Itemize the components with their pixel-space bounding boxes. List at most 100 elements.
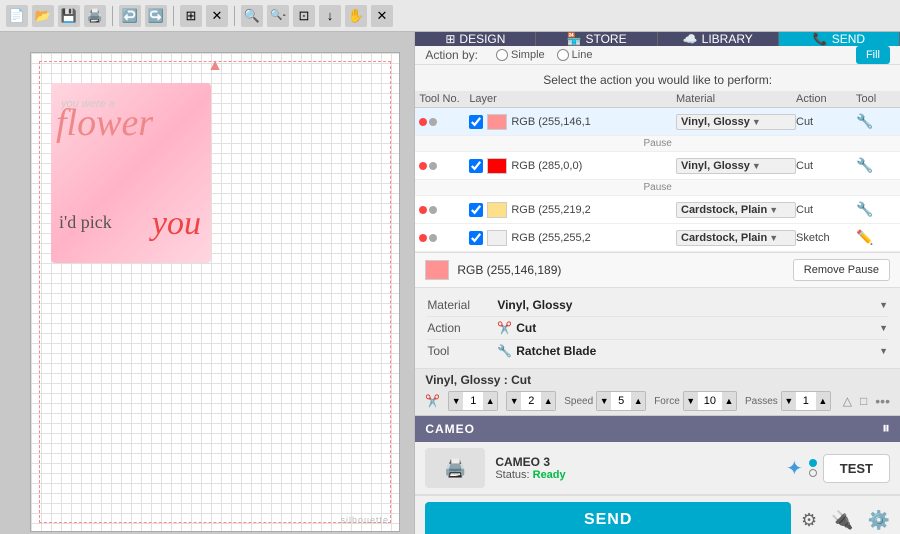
speed-stepper[interactable]: ▼ 5 ▲ (596, 391, 646, 411)
tool-value: 🔧 Ratchet Blade (497, 344, 879, 358)
row3-action: Cut (796, 204, 856, 216)
undo-icon[interactable]: ↩️ (119, 5, 141, 27)
row2-material[interactable]: Vinyl, Glossy ▼ (676, 158, 796, 174)
row4-material[interactable]: Cardstock, Plain ▼ (676, 230, 796, 246)
dot-red-2 (419, 162, 427, 170)
library-tab-icon: ☁️ (683, 32, 698, 46)
radio-simple[interactable]: Simple (496, 49, 545, 61)
row1-material[interactable]: Vinyl, Glossy ▼ (676, 114, 796, 130)
bluetooth-icon[interactable]: ⚙ (801, 510, 817, 531)
nav-tabs: ⊞ DESIGN 🏪 STORE ☁️ LIBRARY 📞 SEND (415, 32, 900, 46)
send-button[interactable]: SEND (425, 502, 791, 534)
pause-row-1: Pause (415, 136, 900, 152)
radio-line-label: Line (572, 49, 593, 61)
table-row[interactable]: RGB (285,0,0) Vinyl, Glossy ▼ Cut 🔧 (415, 152, 900, 180)
material-row: Material Vinyl, Glossy ▼ (427, 294, 888, 317)
tool-label: Tool (427, 344, 497, 358)
pan-icon[interactable]: ✋ (345, 5, 367, 27)
force-group: Force ▼ 10 ▲ (654, 391, 737, 411)
table-row[interactable]: RGB (255,219,2 Cardstock, Plain ▼ Cut 🔧 (415, 196, 900, 224)
radio-simple-label: Simple (511, 49, 545, 61)
blade1-up[interactable]: ▲ (483, 391, 497, 411)
fit-icon[interactable]: ⊡ (293, 5, 315, 27)
force-stepper[interactable]: ▼ 10 ▲ (683, 391, 737, 411)
open-icon[interactable]: 📂 (32, 5, 54, 27)
more-icon[interactable]: ••• (875, 393, 890, 409)
speed-up[interactable]: ▲ (631, 391, 645, 411)
select-action-prompt: Select the action you would like to perf… (415, 65, 900, 91)
close-icon[interactable]: ✕ (206, 5, 228, 27)
test-button[interactable]: TEST (823, 454, 890, 483)
row3-material-chevron: ▼ (769, 205, 778, 215)
detail-rows: Material Vinyl, Glossy ▼ Action ✂️ Cut ▼… (415, 288, 900, 369)
nav-arrows-icon[interactable]: ✦ (786, 456, 803, 481)
blade1-val: 1 (463, 395, 483, 407)
settings-icon[interactable]: ⚙️ (868, 510, 890, 531)
usb-icon[interactable]: 🔌 (831, 510, 853, 531)
blade1-down[interactable]: ▼ (449, 391, 463, 411)
blade-stepper-2[interactable]: ▼ 2 ▲ (506, 391, 556, 411)
canvas-grid: ▲ you were a flower i'd pick you silhoue… (31, 53, 399, 531)
blade2-down[interactable]: ▼ (507, 391, 521, 411)
zoom-in-icon[interactable]: 🔍 (241, 5, 263, 27)
tab-design[interactable]: ⊞ DESIGN (415, 32, 536, 46)
blade2-up[interactable]: ▲ (541, 391, 555, 411)
passes-label: Passes (745, 396, 778, 407)
table-row[interactable]: RGB (255,255,2 Cardstock, Plain ▼ Sketch… (415, 224, 900, 252)
zoom-out-icon[interactable]: 🔍- (267, 5, 289, 27)
save-icon[interactable]: 💾 (58, 5, 80, 27)
row1-material-label: Vinyl, Glossy (681, 116, 750, 128)
row3-checkbox[interactable] (469, 203, 483, 217)
row4-dots (419, 234, 469, 242)
selected-color-swatch (425, 260, 449, 280)
device-info: CAMEO 3 Status: Ready (495, 455, 776, 481)
cameo-pause-icon[interactable]: ⏸ (882, 420, 890, 438)
device-name: CAMEO 3 (495, 455, 776, 469)
row2-checkbox[interactable] (469, 159, 483, 173)
tab-send[interactable]: 📞 SEND (779, 32, 900, 46)
toolbar: 📄 📂 💾 🖨️ ↩️ ↪️ ⊞ ✕ 🔍 🔍- ⊡ ↓ ✋ ✕ (0, 0, 900, 32)
tool-dropdown[interactable]: ▼ (879, 346, 888, 356)
design-flower-text: flower (56, 103, 153, 145)
table-row[interactable]: RGB (255,146,1 Vinyl, Glossy ▼ Cut 🔧 (415, 108, 900, 136)
action-dropdown[interactable]: ▼ (879, 323, 888, 333)
force-down[interactable]: ▼ (684, 391, 698, 411)
grid-icon[interactable]: ⊞ (180, 5, 202, 27)
dot-gray-1 (429, 118, 437, 126)
row4-swatch (487, 230, 507, 246)
passes-up[interactable]: ▲ (816, 391, 830, 411)
canvas-area[interactable]: ▲ you were a flower i'd pick you silhoue… (30, 52, 400, 532)
row4-checkbox[interactable] (469, 231, 483, 245)
redo-icon[interactable]: ↪️ (145, 5, 167, 27)
new-file-icon[interactable]: 📄 (6, 5, 28, 27)
signal-dot-1 (809, 459, 817, 467)
dot-gray-2 (429, 162, 437, 170)
material-value: Vinyl, Glossy (497, 298, 879, 312)
row2-color-label: RGB (285,0,0) (511, 160, 582, 172)
speed-down[interactable]: ▼ (597, 391, 611, 411)
tab-store[interactable]: 🏪 STORE (536, 32, 657, 46)
device-controls: ✦ TEST (786, 454, 890, 483)
radio-line[interactable]: Line (557, 49, 593, 61)
passes-down[interactable]: ▼ (782, 391, 796, 411)
force-up[interactable]: ▲ (722, 391, 736, 411)
blade-stepper-1[interactable]: ▼ 1 ▲ (448, 391, 498, 411)
print-icon[interactable]: 🖨️ (84, 5, 106, 27)
force-label: Force (654, 396, 680, 407)
passes-stepper[interactable]: ▼ 1 ▲ (781, 391, 831, 411)
row4-material-chevron: ▼ (769, 233, 778, 243)
bottom-icons: ⚙ 🔌 ⚙️ (801, 510, 890, 531)
col-action: Action (796, 93, 856, 105)
delete-icon[interactable]: ✕ (371, 5, 393, 27)
design-tab-icon: ⊞ (445, 32, 455, 46)
device-status: Status: Ready (495, 469, 776, 481)
remove-pause-button[interactable]: Remove Pause (793, 259, 890, 281)
material-dropdown[interactable]: ▼ (879, 300, 888, 310)
fill-button[interactable]: Fill (856, 46, 890, 64)
design-tab-label: DESIGN (459, 32, 505, 46)
col-layer: Layer (469, 93, 676, 105)
scroll-icon[interactable]: ↓ (319, 5, 341, 27)
row1-checkbox[interactable] (469, 115, 483, 129)
tab-library[interactable]: ☁️ LIBRARY (658, 32, 779, 46)
row3-material[interactable]: Cardstock, Plain ▼ (676, 202, 796, 218)
